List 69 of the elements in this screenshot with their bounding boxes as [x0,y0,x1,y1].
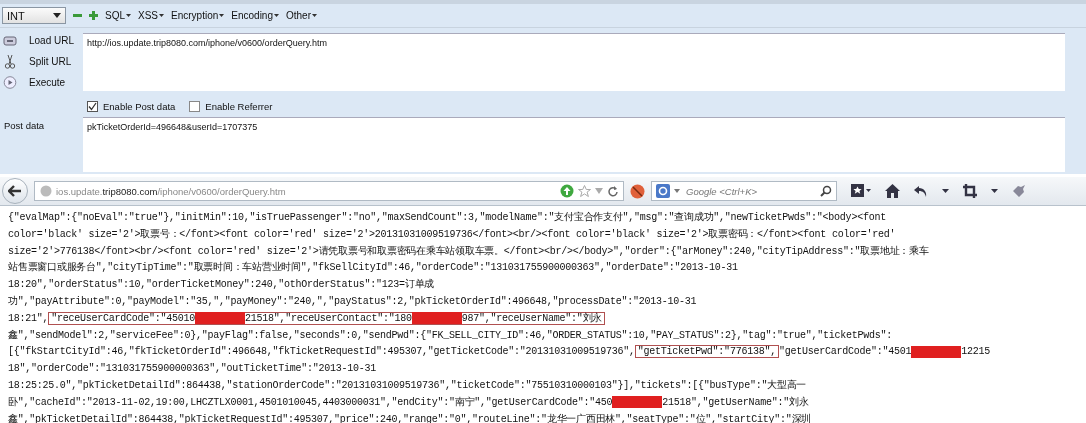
checkbox-label[interactable]: Enable Referrer [205,100,273,112]
back-arrow-icon [8,185,22,197]
response-text: 鑫","sendModel":2,"serviceFee":0},"payFlag":false,"seconds":0,"sendPwd":{"FK_SELL_CITY_ID":46,"ORDER_STATUS":10,"PAY_STATUS":2},"tag":"true","ticketPwds": [8,329,892,341]
address-bar[interactable]: ios.update.trip8080.com/iphone/v0600/orderQuery.htm [34,181,624,201]
search-icon[interactable] [820,185,832,197]
load-icon [3,34,17,47]
play-icon [3,76,17,89]
menu-button[interactable]: Other [286,10,317,21]
response-text: "receUserCardCode":"45010 [51,312,196,324]
dropdown-icon[interactable] [942,189,949,193]
response-text: 站售票窗口或服务台","cityTipTime":"取票时间：车站营业时间","fkSellCityId":46,"orderCode":"131031755900000363","orderDate":"2013-10-31 [8,262,738,274]
response-text: size='2'>776138</font><br/><font color='red' size='2'>请凭取票号和取票密码在乘车站领取车票。</font><br/></body>","order":{"arMoney":240,"cityTipAddress":"取票地址：乘车 [8,245,929,257]
checkbox-label[interactable]: Enable Post data [103,100,176,112]
checkbox[interactable] [189,100,201,112]
caret-icon [219,14,225,17]
crop-icon[interactable] [963,184,977,198]
search-input[interactable]: Google <Ctrl+K> [684,184,816,198]
response-text: 18:20","orderStatus":10,"orderTicketMoney":240,"othOrderStatus":"123=订单成 [8,279,435,291]
menu-button[interactable]: Encoding [231,10,279,21]
address-text: ios.update.trip8080.com/iphone/v0600/orderQuery.htm [56,185,286,197]
caret-icon [159,14,165,17]
bookmarks-icon[interactable] [851,184,871,198]
action-button[interactable]: Split URL [0,53,83,70]
response-text: "getTicketPwd":"776138", [637,346,776,358]
undo-icon[interactable] [914,184,928,198]
dropdown-icon[interactable] [991,189,998,193]
post-data-label: Post data [3,119,46,133]
search-bar[interactable]: Google <Ctrl+K> [651,181,837,201]
menu-button[interactable]: XSS [138,10,165,21]
checkbox[interactable] [87,100,98,112]
response-text: 21518","receUserContact":"180 [245,312,412,324]
response-text: "getUserCardCode":"4501 [778,346,912,358]
menu-button[interactable]: Encryption [171,10,225,21]
response-text: 18:21", [8,312,49,324]
action-button[interactable]: Execute [0,74,83,91]
response-text: 12215 [961,346,990,358]
redaction-bar [411,312,462,325]
caret-icon [126,14,131,17]
response-text: 18:25:25.0","pkTicketDetailId":864438,"stationOrderCode":"20131031009519736","ticketCode":"75510310000103"}],"tickets":[{"busType":"大型高一 [8,379,807,391]
go-icon[interactable] [560,184,574,198]
url-field[interactable]: http://ios.update.trip8080.com/iphone/v0600/orderQuery.htm [83,33,1065,91]
caret-icon [274,14,279,17]
response-text: 功","payAttribute":0,"payModel":"35,","payMoney":"240,","payStatus":2,"pkTicketOrderId":496648,"processDate":"2013-10-31 [8,296,697,307]
reload-icon[interactable] [607,185,618,197]
caret-icon [312,14,317,17]
encoding-select[interactable]: INT [2,7,66,24]
response-text: 21518","getUserName":"刘永 [662,396,809,408]
response-text: 987","receUserName":"刘永 [461,312,603,324]
post-data-field[interactable]: pkTicketOrderId=496648&userId=1707375 [83,117,1065,172]
response-text: 18","orderCode":"131031755900000363","outTicketTime":"2013-10-31 [8,363,377,375]
plus-icon[interactable] [89,11,98,20]
scissors-icon [3,54,17,69]
response-text: 卧","cacheId":"2013-11-02,19:00,LHCZTLX0001,4501010045,4403000031","endCity":"南宁","getUserCardCode":"450 [8,396,613,408]
redaction-bar [911,345,962,358]
ball-icon[interactable] [630,183,645,199]
response-text: color='black' size='2'>取票号：</font><font color='red' size='2'>20131031009519736</font><br/><font color='black' size='2'>取票密码：</font><font color='red' [8,228,896,240]
home-icon[interactable] [885,184,900,198]
redaction-bar [195,312,246,325]
star-icon[interactable] [578,184,591,198]
back-button[interactable] [2,178,28,204]
redaction-bar [612,396,663,409]
dropdown-caret-icon [53,13,61,18]
action-button[interactable]: Load URL [0,32,83,49]
google-icon [656,184,670,198]
minus-icon[interactable] [73,11,82,20]
menu-button[interactable]: SQL [105,10,131,21]
response-text: [{"fkStartCityId":46,"fkTicketOrderId":496648,"fkTicketRequestId":495307,"getTicketCode":"20131031009519736", [8,346,635,358]
response-text: {"evalMap":{"noEval":"true"},"initMin":10,"isTruePassenger":"no","maxSendCount":3,"modelName":"支付宝合作支付","msg":"查询成功","newTicketPwds":"<body><font [8,212,886,223]
response-text: 鑫","pkTicketDetailId":864438,"pkTicketRequestId":495307,"price":240,"range":"0","routeLine":"龙华一广西田林","seatType":"位","startCity":"深圳 [8,413,812,423]
